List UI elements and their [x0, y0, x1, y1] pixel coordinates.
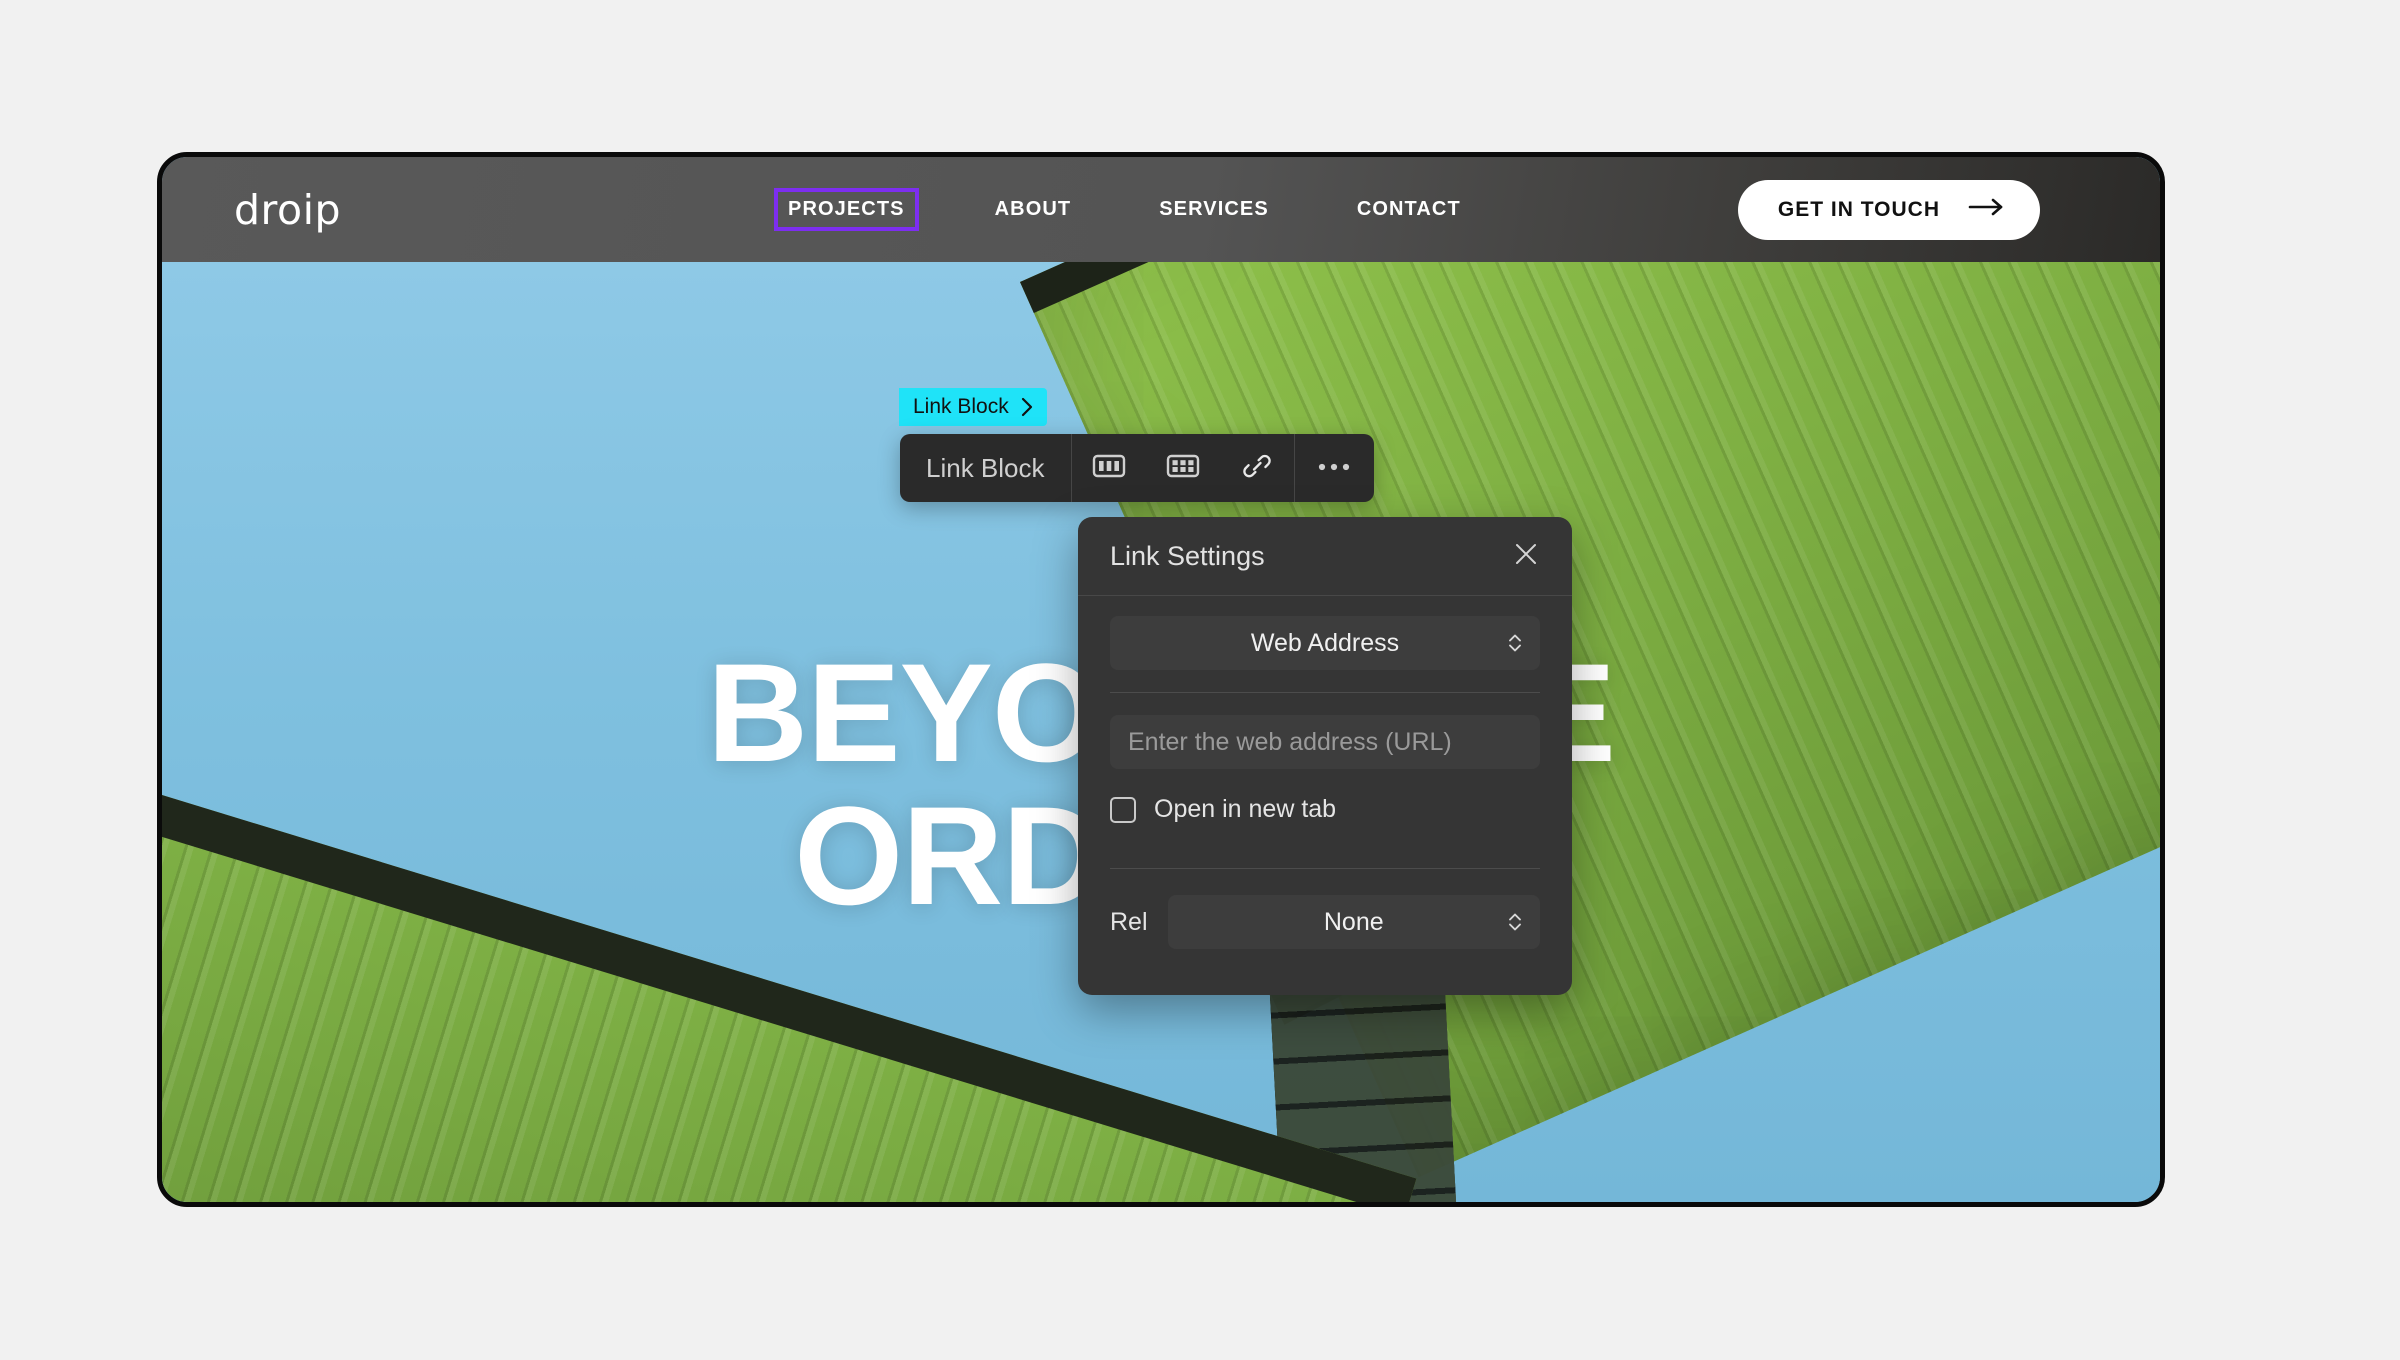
site-navbar: droip PROJECTS ABOUT SERVICES CONTACT GE…	[162, 157, 2160, 262]
rel-row: Rel None	[1110, 895, 1540, 949]
link-settings-title: Link Settings	[1110, 540, 1265, 571]
toolbar-button-link[interactable]	[1220, 434, 1294, 502]
open-in-new-tab-row[interactable]: Open in new tab	[1110, 795, 1540, 824]
site-preview-canvas[interactable]: BEYOND THE ORDINARY droip PROJECTS ABOUT…	[157, 152, 2165, 1207]
nav-link-services[interactable]: SERVICES	[1115, 198, 1313, 221]
toolbar-button-more[interactable]	[1293, 434, 1374, 502]
link-icon	[1241, 450, 1273, 487]
chevron-updown-icon	[1506, 630, 1524, 656]
panel-divider-bottom	[1110, 868, 1540, 869]
toolbar-element-name: Link Block	[900, 434, 1072, 502]
open-in-new-tab-label: Open in new tab	[1154, 795, 1337, 823]
brand-logo[interactable]: droip	[234, 186, 341, 234]
panel-divider-top	[1110, 692, 1540, 693]
link-settings-header: Link Settings	[1078, 517, 1572, 596]
screen: BEYOND THE ORDINARY droip PROJECTS ABOUT…	[0, 0, 2400, 1360]
link-settings-panel[interactable]: Link Settings Web Address Enter the web …	[1078, 517, 1572, 995]
close-icon	[1512, 540, 1540, 573]
open-in-new-tab-checkbox[interactable]	[1110, 796, 1136, 823]
selection-badge[interactable]: Link Block	[899, 388, 1047, 426]
nav-item-projects-wrapper: PROJECTS	[742, 157, 951, 262]
nav-link-contact[interactable]: CONTACT	[1313, 198, 1505, 221]
rel-label: Rel	[1110, 907, 1148, 936]
arrow-right-icon	[1968, 197, 2006, 222]
close-button[interactable]	[1506, 536, 1546, 576]
get-in-touch-label: GET IN TOUCH	[1777, 197, 1940, 221]
link-settings-body: Web Address Open in new tab	[1078, 596, 1572, 995]
url-input[interactable]	[1110, 715, 1540, 769]
columns-icon	[1092, 451, 1126, 486]
nav-link-projects[interactable]: PROJECTS	[774, 188, 919, 231]
chevron-updown-icon	[1506, 909, 1524, 935]
rel-value: None	[1323, 907, 1384, 936]
element-toolbar[interactable]: Link Block	[900, 434, 1374, 502]
chevron-right-icon[interactable]	[1019, 395, 1035, 419]
grid-icon	[1166, 451, 1200, 486]
rel-select[interactable]: None	[1167, 895, 1540, 949]
toolbar-button-columns[interactable]	[1072, 434, 1146, 502]
get-in-touch-button[interactable]: GET IN TOUCH	[1737, 179, 2040, 240]
nav-link-about[interactable]: ABOUT	[951, 198, 1116, 221]
selection-badge-label: Link Block	[913, 395, 1009, 418]
link-type-select[interactable]: Web Address	[1110, 616, 1540, 670]
more-icon	[1317, 459, 1351, 477]
nav-links: PROJECTS ABOUT SERVICES CONTACT	[742, 157, 1505, 262]
link-type-value: Web Address	[1250, 628, 1400, 657]
toolbar-button-grid[interactable]	[1146, 434, 1220, 502]
